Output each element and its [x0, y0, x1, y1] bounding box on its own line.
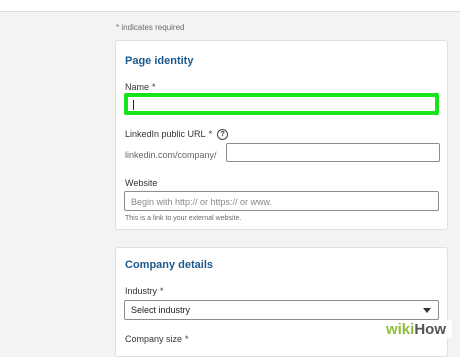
linkedin-url-prefix: linkedin.com/company/	[125, 150, 217, 160]
name-input[interactable]	[124, 93, 439, 115]
watermark-wiki: wiki	[385, 321, 415, 338]
industry-label-text: Industry	[125, 286, 158, 296]
website-hint: This is a link to your external website.	[125, 215, 242, 222]
company-details-title: Company details	[125, 259, 214, 271]
linkedin-url-required-star: *	[208, 129, 213, 139]
website-label: Website	[125, 178, 158, 188]
required-note: * indicates required	[116, 23, 185, 32]
company-size-label: Company size *	[125, 334, 189, 344]
industry-select[interactable]: Select industry	[124, 300, 439, 320]
industry-label: Industry *	[125, 286, 164, 296]
company-details-card: Company details Industry * Select industr…	[115, 247, 448, 357]
industry-selected-value: Select industry	[131, 305, 191, 315]
name-label-text: Name	[125, 82, 150, 92]
page-identity-card: Page identity Name * LinkedIn public URL *…	[115, 40, 448, 230]
name-label: Name *	[125, 82, 156, 92]
website-input[interactable]: Begin with http:// or https:// or www.	[124, 191, 439, 211]
page-identity-title: Page identity	[125, 55, 194, 67]
top-bar	[0, 0, 460, 12]
text-caret	[133, 100, 134, 110]
wikihow-watermark: wikiHow	[379, 320, 452, 339]
watermark-how: How	[414, 321, 446, 338]
help-icon[interactable]: ?	[217, 129, 229, 141]
industry-required-star: *	[160, 286, 164, 296]
linkedin-url-label-text: LinkedIn public URL	[125, 129, 206, 139]
linkedin-url-input[interactable]	[226, 143, 440, 162]
company-size-required-star: *	[185, 334, 189, 344]
chevron-down-icon	[423, 308, 431, 313]
linkedin-url-label: LinkedIn public URL *?	[125, 129, 229, 141]
company-size-label-text: Company size	[125, 334, 183, 344]
website-placeholder: Begin with http:// or https:// or www.	[131, 197, 273, 207]
name-required-star: *	[152, 82, 156, 92]
